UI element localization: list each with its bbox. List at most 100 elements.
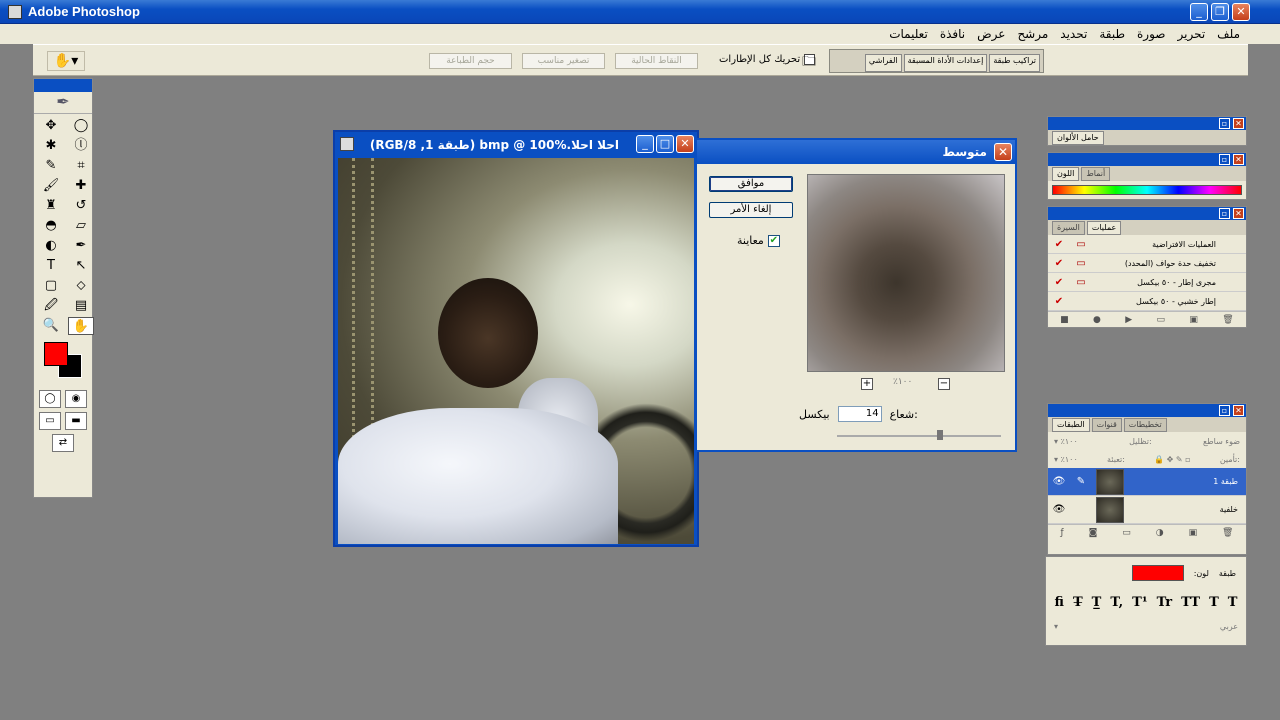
swatches-close-icon[interactable]: ✕ xyxy=(1233,118,1244,129)
opacity-field[interactable]: ▾ ٪١٠٠ xyxy=(1054,437,1078,446)
action-row[interactable]: ✔ إطار خشبي - ٥٠ بيكسل xyxy=(1048,292,1246,311)
new-action-icon[interactable]: ▣ xyxy=(1189,315,1198,325)
magic-wand-tool-icon[interactable]: ✱ xyxy=(38,137,64,155)
eye-icon[interactable]: 👁 xyxy=(1048,476,1070,487)
layer-row[interactable]: 👁 خلفية xyxy=(1048,496,1246,524)
layer-row[interactable]: 👁 ✎ طبقة 1 xyxy=(1048,468,1246,496)
tab-actions[interactable]: عمليات xyxy=(1086,221,1122,235)
small-caps-icon[interactable]: Tr xyxy=(1157,595,1173,610)
screen-mode-full-icon[interactable]: ▬ xyxy=(65,412,87,430)
palette-well-tab-tool-presets[interactable]: إعدادات الأداة المسبقة xyxy=(903,54,988,72)
brush-link-icon[interactable]: ✎ xyxy=(1070,476,1092,487)
filter-preview[interactable] xyxy=(807,174,1005,372)
jump-to-imageready-icon[interactable]: ⇄ xyxy=(52,434,74,452)
delete-action-icon[interactable]: 🗑 xyxy=(1222,315,1233,325)
action-row[interactable]: ✔ ▭ مجرى إطار - ٥٠ بيكسل xyxy=(1048,273,1246,292)
action-row[interactable]: ✔ ▭ تخفيف حدة حواف (المحدد) xyxy=(1048,254,1246,273)
palette-well-icon[interactable]: 🗀 xyxy=(802,51,822,71)
italic-icon[interactable]: T xyxy=(1209,595,1219,610)
hand-tool-preset-icon[interactable]: ✋▾ xyxy=(47,51,85,71)
antialias-select[interactable]: ▾ xyxy=(1054,622,1058,631)
doc-maximize-icon[interactable]: □ xyxy=(656,135,674,153)
layer-mask-icon[interactable]: ◙ xyxy=(1089,528,1098,538)
doc-close-icon[interactable]: ✕ xyxy=(676,135,694,153)
screen-mode-standard-icon[interactable]: ▭ xyxy=(39,412,61,430)
tab-color[interactable]: اللون xyxy=(1052,167,1080,181)
layers-palette-header[interactable]: ▫ ✕ xyxy=(1048,404,1246,417)
stop-icon[interactable]: ■ xyxy=(1060,315,1069,325)
actions-palette-header[interactable]: ▫ ✕ xyxy=(1048,207,1246,220)
delete-layer-icon[interactable]: 🗑 xyxy=(1222,528,1233,538)
radius-slider-thumb[interactable] xyxy=(937,430,943,440)
all-caps-icon[interactable]: TT xyxy=(1181,595,1200,610)
radius-input[interactable]: 14 xyxy=(837,406,882,422)
menu-file[interactable]: ملف xyxy=(1217,27,1240,41)
actions-close-icon[interactable]: ✕ xyxy=(1233,208,1244,219)
dodge-tool-icon[interactable]: ◐ xyxy=(38,237,64,255)
char-layer-field[interactable]: طبقة xyxy=(1219,569,1236,578)
action-check-icon[interactable]: ✔ xyxy=(1048,239,1070,250)
palette-well-tab-brushes[interactable]: الفراشي xyxy=(864,54,902,72)
menu-window[interactable]: نافذة xyxy=(940,27,965,41)
ok-button[interactable]: موافق xyxy=(709,176,793,192)
print-size-button[interactable]: حجم الطباعة xyxy=(429,53,512,69)
direct-select-tool-icon[interactable]: ⬦ xyxy=(68,277,94,295)
swatches-palette-header[interactable]: ▫ ✕ xyxy=(1048,117,1246,130)
faux-bold-icon[interactable]: fi xyxy=(1055,595,1064,610)
tab-paths[interactable]: تخطيطات xyxy=(1123,418,1167,432)
menu-layer[interactable]: طبقة xyxy=(1099,27,1125,41)
standard-mode-icon[interactable]: ◯ xyxy=(39,390,61,408)
tab-styles[interactable]: أنماط xyxy=(1081,167,1111,181)
bold-icon[interactable]: T xyxy=(1228,595,1238,610)
close-icon[interactable]: ✕ xyxy=(1232,3,1250,21)
restore-icon[interactable]: ❐ xyxy=(1211,3,1229,21)
annotation-tool-icon[interactable]: ▤ xyxy=(68,297,94,315)
history-brush-tool-icon[interactable]: ↺ xyxy=(68,197,94,215)
foreground-color-swatch[interactable] xyxy=(44,342,68,366)
swatches-minimize-icon[interactable]: ▫ xyxy=(1219,118,1230,129)
superscript-icon[interactable]: T¹ xyxy=(1132,595,1147,610)
subscript-icon[interactable]: T, xyxy=(1110,595,1123,610)
adjustment-layer-icon[interactable]: ◑ xyxy=(1156,528,1164,538)
type-tool-icon[interactable]: T xyxy=(38,257,64,275)
blend-mode-select[interactable]: ضوء ساطع xyxy=(1203,437,1240,446)
scroll-all-windows-checkbox[interactable]: تحريك كل الإطارات xyxy=(719,54,816,65)
zoom-in-icon[interactable]: + xyxy=(861,378,873,390)
color-palette-header[interactable]: ▫ ✕ xyxy=(1048,153,1246,166)
radius-slider[interactable] xyxy=(837,430,1001,440)
tab-history[interactable]: السيرة xyxy=(1052,221,1085,235)
actions-minimize-icon[interactable]: ▫ xyxy=(1219,208,1230,219)
action-dialog-icon[interactable]: ▭ xyxy=(1070,258,1092,269)
path-select-tool-icon[interactable]: ↖ xyxy=(68,257,94,275)
action-row[interactable]: ✔ ▭ العمليات الافتراضية xyxy=(1048,235,1246,254)
layer-style-icon[interactable]: ƒ xyxy=(1060,528,1063,538)
char-color-swatch[interactable] xyxy=(1131,565,1184,581)
menu-help[interactable]: تعليمات xyxy=(889,27,928,41)
new-set-icon[interactable]: ▭ xyxy=(1157,315,1166,325)
char-language-select[interactable]: عربي xyxy=(1220,622,1238,631)
tab-layers[interactable]: الطبقات xyxy=(1052,418,1090,432)
menu-view[interactable]: عرض xyxy=(977,27,1005,41)
palette-well-tab-layer-comps[interactable]: تراكيب طبقة xyxy=(989,54,1040,72)
action-dialog-icon[interactable]: ▭ xyxy=(1070,239,1092,250)
action-check-icon[interactable]: ✔ xyxy=(1048,296,1070,307)
color-minimize-icon[interactable]: ▫ xyxy=(1219,154,1230,165)
tab-swatches[interactable]: حامل الألوان xyxy=(1052,131,1104,145)
crop-tool-icon[interactable]: ⌗ xyxy=(68,157,94,175)
layers-minimize-icon[interactable]: ▫ xyxy=(1219,405,1230,416)
healing-tool-icon[interactable]: ✚ xyxy=(68,177,94,195)
new-group-icon[interactable]: ▭ xyxy=(1122,528,1131,538)
layers-close-icon[interactable]: ✕ xyxy=(1233,405,1244,416)
action-check-icon[interactable]: ✔ xyxy=(1048,258,1070,269)
zoom-tool-icon[interactable]: 🔍 xyxy=(38,317,64,335)
preview-checkbox[interactable]: ✔ معاينة xyxy=(737,234,780,247)
shape-tool-icon[interactable]: ▢ xyxy=(38,277,64,295)
action-dialog-icon[interactable]: ▭ xyxy=(1070,277,1092,288)
hand-tool-icon[interactable]: ✋ xyxy=(68,317,94,335)
play-icon[interactable]: ▶ xyxy=(1125,315,1132,325)
strikethrough-icon[interactable]: T̶ xyxy=(1073,595,1083,610)
record-icon[interactable]: ● xyxy=(1093,315,1101,325)
dialog-close-icon[interactable]: ✕ xyxy=(994,143,1012,161)
move-tool-icon[interactable]: ✥ xyxy=(38,117,64,135)
action-check-icon[interactable]: ✔ xyxy=(1048,277,1070,288)
